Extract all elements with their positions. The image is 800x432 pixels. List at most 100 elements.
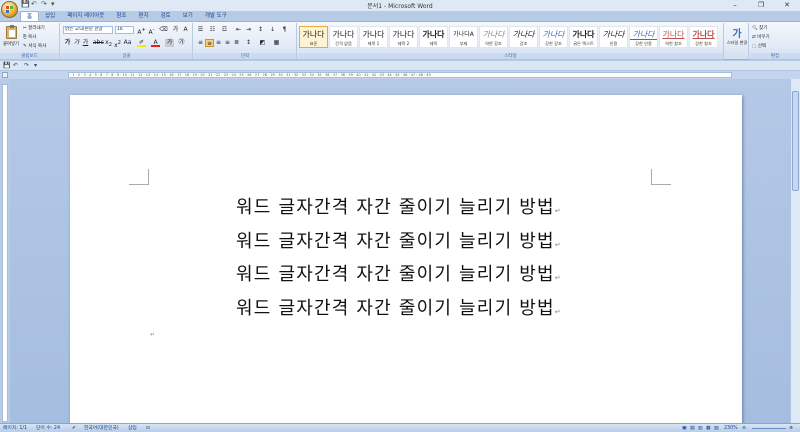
- office-button[interactable]: [1, 1, 18, 18]
- style-tile-subtitle[interactable]: 가나다A 부제: [449, 26, 478, 48]
- margin-corner-top-left: [129, 169, 149, 185]
- shrink-font-icon[interactable]: A-: [147, 26, 156, 36]
- close-button[interactable]: ✕: [774, 0, 800, 10]
- tab-developer[interactable]: 개발 도구: [199, 11, 233, 21]
- style-name: 제목 2: [397, 41, 410, 46]
- language-indicator[interactable]: 한국어(대한민국): [84, 424, 119, 432]
- view-outline-icon[interactable]: ▦: [706, 424, 711, 432]
- document-body[interactable]: 워드 글자간격 자간 줄이기 늘리기 방법↵ 워드 글자간격 자간 줄이기 늘리…: [236, 193, 562, 327]
- proofing-icon[interactable]: ✔: [72, 424, 76, 432]
- style-tile-strong[interactable]: 가나다 굵은 텍스트: [569, 26, 598, 48]
- style-tile-intense-emphasis[interactable]: 가나다 강한 강조: [539, 26, 568, 48]
- style-tile-emphasis[interactable]: 가나다 강조: [509, 26, 538, 48]
- line-spacing-icon[interactable]: ↕: [244, 39, 253, 47]
- font-name-combo[interactable]: 맑은 고딕(본문 한글: [63, 26, 113, 34]
- view-print-layout-icon[interactable]: ▣: [682, 424, 687, 432]
- tab-mailings[interactable]: 편지: [132, 11, 154, 21]
- style-tile-title[interactable]: 가나다 제목: [419, 26, 448, 48]
- word-count[interactable]: 단어 수: 24: [36, 424, 60, 432]
- macro-record-icon[interactable]: ⊡: [146, 424, 150, 432]
- text-direction-icon[interactable]: ↕: [256, 26, 265, 34]
- redo-icon[interactable]: ↷: [24, 62, 29, 69]
- align-right-icon[interactable]: ≡: [214, 39, 223, 47]
- superscript-icon[interactable]: x2: [113, 39, 122, 49]
- page-count[interactable]: 페이지: 1/1: [3, 424, 27, 432]
- zoom-out-icon[interactable]: ⊖: [742, 424, 746, 432]
- find-button[interactable]: 🔍 찾기: [752, 25, 767, 31]
- tab-selector-button[interactable]: [2, 72, 8, 78]
- style-tile-intense-quote[interactable]: 가나다 강한 인용: [629, 26, 658, 48]
- show-marks-icon[interactable]: ¶: [280, 26, 289, 34]
- tab-page-layout[interactable]: 페이지 레이아웃: [61, 11, 110, 21]
- change-case-icon[interactable]: Aa: [123, 39, 132, 47]
- style-tile-intense-reference[interactable]: 가나다 강한 참조: [689, 26, 718, 48]
- zoom-slider[interactable]: [752, 428, 786, 429]
- style-sample: 가나다: [630, 30, 657, 40]
- copy-button[interactable]: ⎘ 복사: [23, 34, 36, 40]
- underline-icon[interactable]: 가: [81, 39, 90, 47]
- bullets-icon[interactable]: ☰: [196, 26, 205, 34]
- tab-review[interactable]: 검토: [155, 11, 177, 21]
- grow-font-icon[interactable]: A+: [137, 26, 146, 36]
- phonetic-icon[interactable]: 가: [171, 26, 180, 34]
- paste-button[interactable]: 붙여넣기: [3, 25, 19, 52]
- align-left-icon[interactable]: ≡: [196, 39, 205, 47]
- change-styles-button[interactable]: 가 스타일 변경: [726, 25, 748, 53]
- view-web-icon[interactable]: ▥: [698, 424, 703, 432]
- align-center-icon[interactable]: ≡: [205, 39, 214, 47]
- tab-references[interactable]: 참조: [110, 11, 132, 21]
- cut-button[interactable]: ✂ 잘라내기: [23, 25, 45, 31]
- style-tile-quote[interactable]: 가나다 인용: [599, 26, 628, 48]
- view-full-screen-icon[interactable]: ▤: [690, 424, 695, 432]
- insert-mode-indicator[interactable]: 삽입: [128, 424, 137, 432]
- view-draft-icon[interactable]: ▧: [714, 424, 719, 432]
- increase-indent-icon[interactable]: ⇥: [244, 26, 253, 34]
- bold-icon[interactable]: 가: [63, 39, 72, 47]
- distribute-icon[interactable]: ≣: [232, 39, 241, 47]
- style-tile-subtle-reference[interactable]: 가나다 약한 참조: [659, 26, 688, 48]
- justify-icon[interactable]: ≡: [223, 39, 232, 47]
- vertical-scrollbar[interactable]: [790, 79, 800, 423]
- subscript-icon[interactable]: x2: [104, 39, 113, 48]
- undo-icon[interactable]: ↶: [13, 62, 18, 69]
- minimize-button[interactable]: –: [722, 0, 748, 10]
- select-button[interactable]: ⬚ 선택: [752, 43, 766, 49]
- italic-icon[interactable]: 가: [72, 39, 81, 47]
- zoom-in-icon[interactable]: ⊕: [789, 424, 793, 432]
- scrollbar-thumb[interactable]: [792, 91, 799, 191]
- style-tile-heading2[interactable]: 가나다 제목 2: [389, 26, 418, 48]
- enclose-char-icon[interactable]: ㉮: [177, 39, 186, 47]
- style-tile-normal[interactable]: 가나다 표준: [299, 26, 328, 48]
- style-tile-subtle-emphasis[interactable]: 가나다 약한 강조: [479, 26, 508, 48]
- style-tile-no-spacing[interactable]: 가나다 간격 없음: [329, 26, 358, 48]
- char-border-icon[interactable]: A: [181, 26, 190, 34]
- vertical-ruler[interactable]: [2, 84, 8, 422]
- clear-format-icon[interactable]: ⌫: [159, 26, 168, 34]
- cut-label: 잘라내기: [28, 26, 45, 31]
- zoom-level[interactable]: 230%: [724, 424, 738, 432]
- tab-home[interactable]: 홈: [20, 11, 40, 21]
- shading-icon[interactable]: ◩: [258, 39, 267, 47]
- restore-button[interactable]: ❐: [748, 0, 774, 10]
- numbering-icon[interactable]: ☷: [208, 26, 217, 34]
- style-sample: 가나다: [542, 30, 565, 39]
- tab-view[interactable]: 보기: [177, 11, 199, 21]
- document-page[interactable]: 워드 글자간격 자간 줄이기 늘리기 방법↵ 워드 글자간격 자간 줄이기 늘리…: [70, 95, 742, 432]
- save-icon[interactable]: 💾: [3, 62, 10, 69]
- style-tile-heading1[interactable]: 가나다 제목 1: [359, 26, 388, 48]
- borders-icon[interactable]: ▦: [272, 39, 281, 47]
- font-size-combo[interactable]: 16: [115, 26, 134, 34]
- horizontal-ruler[interactable]: · 1 · 2 · 3 · 4 · 5 · 6 · 7 · 8 · 9 · 10…: [68, 72, 732, 78]
- sort-icon[interactable]: ↓: [268, 26, 277, 34]
- dropdown-icon[interactable]: ▾: [34, 62, 37, 69]
- replace-button[interactable]: ⇄ 바꾸기: [752, 34, 770, 40]
- tab-insert[interactable]: 삽입: [39, 11, 61, 21]
- decrease-indent-icon[interactable]: ⇤: [234, 26, 243, 34]
- highlight-icon[interactable]: ✐: [137, 39, 146, 47]
- format-painter-button[interactable]: ✎ 서식 복사: [23, 43, 46, 49]
- multilevel-list-icon[interactable]: ☲: [220, 26, 229, 34]
- char-shading-icon[interactable]: 가: [165, 39, 174, 47]
- strikethrough-icon[interactable]: abc: [93, 39, 104, 47]
- style-sample: 가나다: [302, 30, 325, 39]
- font-color-icon[interactable]: A: [151, 39, 160, 47]
